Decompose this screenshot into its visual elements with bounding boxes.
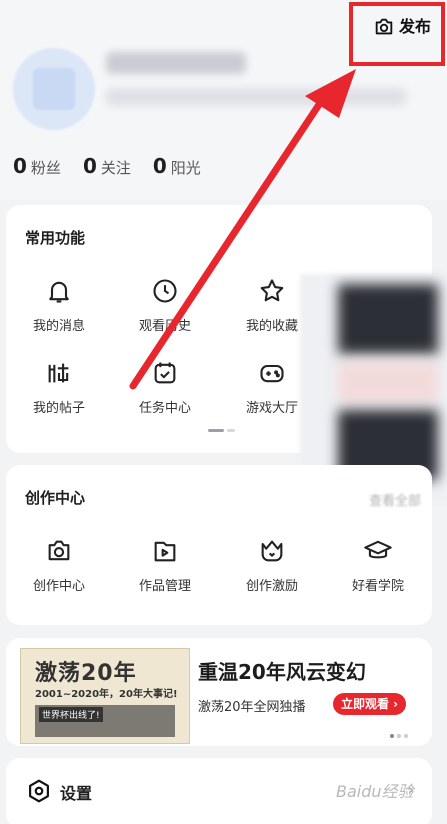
stat-number: 0 xyxy=(13,154,27,178)
grid-item-label: 任务中心 xyxy=(138,401,191,416)
banner-subline: 激荡20年全网独播 xyxy=(198,700,306,715)
grid-item-incentive[interactable]: 创作激励 xyxy=(222,537,322,594)
view-all-link[interactable]: 查看全部 xyxy=(369,490,421,509)
stat-label: 关注 xyxy=(100,159,131,177)
stat-label: 阳光 xyxy=(170,159,201,177)
settings-hexagon-icon xyxy=(29,779,49,803)
profile-stats: 0 粉丝 0 关注 0 阳光 xyxy=(13,154,201,178)
banner-indicator xyxy=(390,734,408,738)
watermark: Baidu经验 xyxy=(336,782,414,801)
grid-item-label: 我的帖子 xyxy=(32,401,85,416)
grid-item-messages[interactable]: 我的消息 xyxy=(9,277,109,334)
bell-icon xyxy=(49,281,69,303)
stat-sunshine[interactable]: 0 阳光 xyxy=(153,154,201,178)
grid-item-create[interactable]: 创作中心 xyxy=(9,537,109,594)
crown-icon xyxy=(261,540,283,562)
grid-item-label: 创作中心 xyxy=(32,579,85,594)
grid-item-label: 好看学院 xyxy=(351,579,404,594)
calendar-check-icon xyxy=(154,362,176,384)
grid-item-label: 作品管理 xyxy=(138,579,191,594)
username-blurred xyxy=(106,52,246,74)
card-title: 常用功能 xyxy=(25,229,86,247)
promo-banner[interactable]: 激荡20年 2001~2020年，20年大事记! 世界杯出线了! 重温20年风云… xyxy=(6,638,432,746)
post-icon xyxy=(48,363,69,383)
video-play-icon xyxy=(154,541,176,562)
card-title: 创作中心 xyxy=(25,489,86,507)
page-dot-active xyxy=(208,429,224,432)
grid-item-label: 我的消息 xyxy=(32,319,85,334)
page-indicator xyxy=(208,429,235,432)
stat-following[interactable]: 0 关注 xyxy=(83,154,131,178)
stat-number: 0 xyxy=(82,154,97,178)
page-dot xyxy=(227,429,235,432)
grid-item-tasks[interactable]: 任务中心 xyxy=(115,359,215,416)
stat-label: 粉丝 xyxy=(30,159,61,177)
grid-item-academy[interactable]: 好看学院 xyxy=(328,537,428,594)
star-icon xyxy=(260,279,284,302)
avatar[interactable] xyxy=(13,48,95,130)
stat-fans[interactable]: 0 粉丝 xyxy=(13,154,61,178)
publish-button[interactable]: 发布 xyxy=(349,2,445,66)
publish-label: 发布 xyxy=(398,17,431,36)
blurred-block xyxy=(338,362,438,402)
banner-dot xyxy=(404,734,408,738)
banner-headline: 重温20年风云变幻 xyxy=(198,660,366,684)
camera-icon xyxy=(48,540,70,561)
poster-tag: 世界杯出线了! xyxy=(39,707,103,722)
stat-number: 0 xyxy=(152,154,167,178)
graduation-cap-icon xyxy=(364,540,392,559)
camera-icon xyxy=(375,18,393,35)
watch-now-button[interactable]: 立即观看 › xyxy=(333,693,407,715)
grid-item-label: 创作激励 xyxy=(245,579,298,594)
clock-icon xyxy=(153,279,177,303)
blurred-block xyxy=(338,284,438,354)
grid-item-label: 观看历史 xyxy=(138,319,191,334)
poster-title: 激荡20年 xyxy=(35,661,137,686)
creation-center-card: 创作中心 创作中心 作品管理 创作激励 好看学院 xyxy=(6,465,432,625)
poster-subtitle: 2001~2020年，20年大事记! xyxy=(35,689,178,700)
grid-item-history[interactable]: 观看历史 xyxy=(115,277,215,334)
settings-label: 设置 xyxy=(60,784,93,803)
gamepad-icon xyxy=(260,364,284,383)
banner-dot xyxy=(397,734,401,738)
grid-item-posts[interactable]: 我的帖子 xyxy=(9,359,109,416)
grid-item-works[interactable]: 作品管理 xyxy=(115,537,215,594)
banner-dot-active xyxy=(390,734,394,738)
banner-poster-image: 激荡20年 2001~2020年，20年大事记! 世界杯出线了! xyxy=(20,648,190,744)
user-info-blurred xyxy=(106,88,406,106)
